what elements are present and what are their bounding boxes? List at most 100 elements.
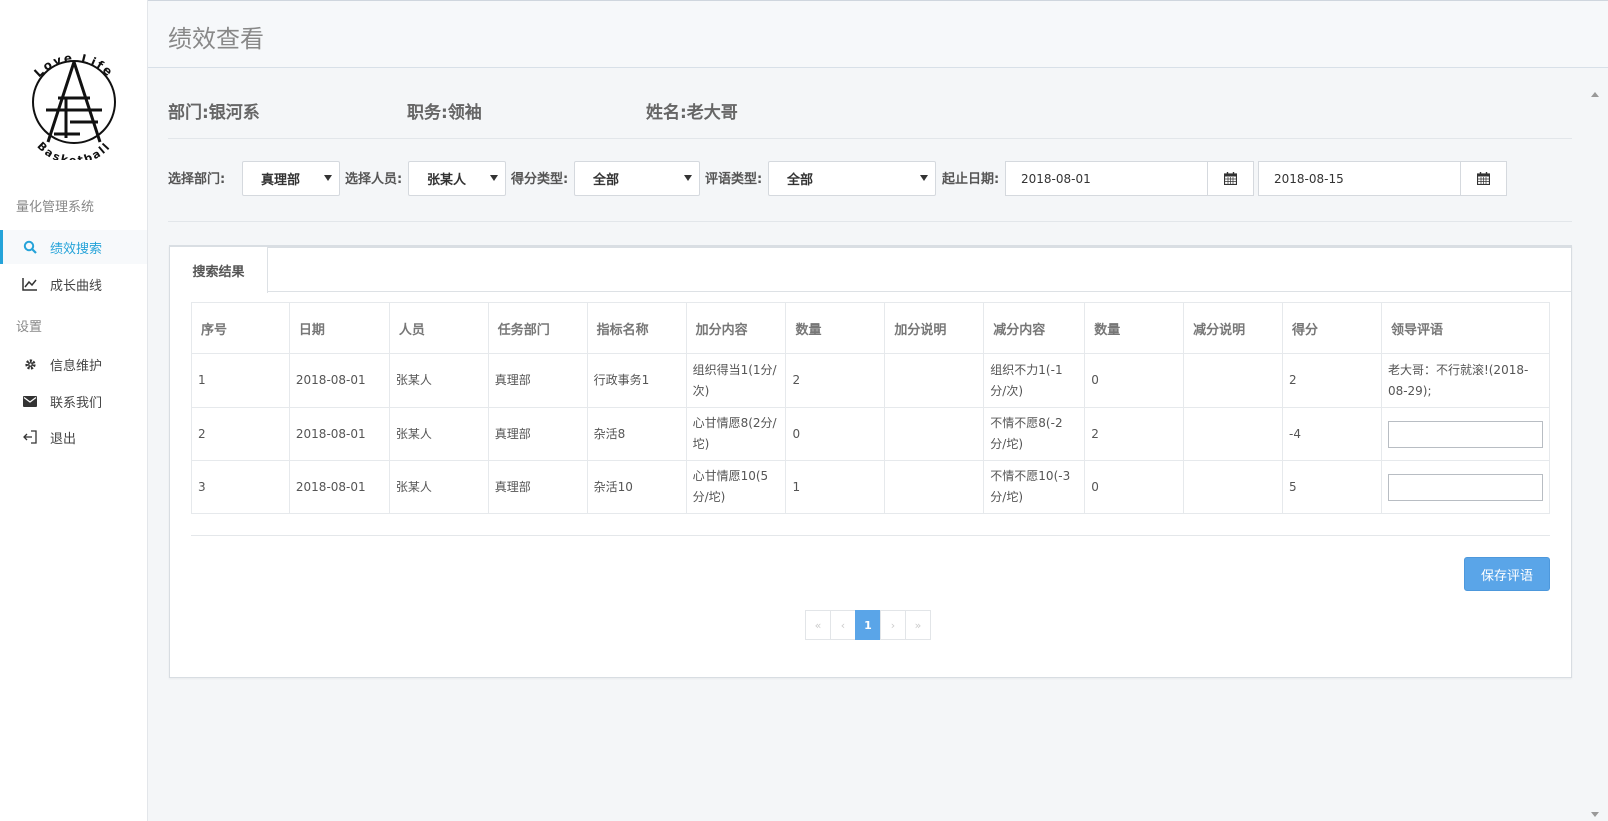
sidebar-item-logout[interactable]: 退出 [0, 420, 147, 454]
save-comments-button[interactable]: 保存评语 [1464, 557, 1550, 591]
sidebar-item-label: 绩效搜索 [50, 241, 103, 257]
nav-section-system: 量化管理系统 [16, 200, 95, 215]
sidebar-item-info-maintenance[interactable]: 信息维护 [0, 347, 147, 381]
table-cell: 0 [1084, 460, 1185, 514]
sign-out-icon [22, 429, 38, 445]
table-cell: 2018-08-01 [288, 353, 390, 408]
table-cell: 不情不愿8(-2分/坨) [983, 407, 1086, 461]
sidebar-item-performance-search[interactable]: 绩效搜索 [0, 230, 147, 264]
sidebar-item-contact-us[interactable]: 联系我们 [0, 384, 147, 418]
table-cell: 0 [785, 407, 886, 461]
chevron-down-icon [920, 175, 928, 181]
leader-comment: 老大哥：不行就滚!(2018-08-29); [1380, 353, 1551, 408]
person-select-value: 张某人 [427, 173, 467, 188]
table-cell: 组织不力1(-1分/次) [983, 353, 1086, 408]
table-cell: 行政事务1 [586, 353, 687, 408]
line-chart-icon [22, 276, 38, 292]
score-type-select-value: 全部 [593, 173, 620, 188]
first-page-button[interactable]: « [805, 610, 831, 640]
table-cell: 2 [1282, 353, 1382, 408]
divider [168, 221, 1572, 222]
column-header: 减分内容 [983, 302, 1086, 354]
position-info: 职务:领袖 [407, 103, 482, 123]
tab-search-results[interactable]: 搜索结果 [170, 247, 268, 293]
divider [168, 138, 1572, 139]
chevron-down-icon [324, 175, 332, 181]
date-range-label: 起止日期: [942, 172, 1000, 187]
table-cell: 1 [191, 353, 290, 408]
table-cell: 张某人 [388, 353, 489, 408]
sidebar-item-label: 成长曲线 [50, 278, 103, 294]
end-date-picker[interactable]: 2018-08-15 [1258, 161, 1507, 196]
page-1-button[interactable]: 1 [855, 610, 881, 640]
column-header: 指标名称 [586, 302, 687, 354]
table-cell: 杂活8 [586, 407, 687, 461]
calendar-icon[interactable] [1207, 162, 1253, 195]
department-filter-label: 选择部门: [168, 172, 226, 187]
column-header: 领导评语 [1380, 302, 1551, 354]
sidebar-item-label: 信息维护 [50, 358, 103, 374]
column-header: 减分说明 [1183, 302, 1284, 354]
department-select[interactable]: 真理部 [242, 161, 340, 196]
score-type-select[interactable]: 全部 [574, 161, 700, 196]
table-row: 1 2018-08-01 张某人 真理部 行政事务1 组织得当1(1分/次) 2… [191, 353, 1551, 408]
table-cell [884, 460, 985, 514]
table-header-row: 序号 日期 人员 任务部门 指标名称 加分内容 数量 加分说明 减分内容 数量 … [191, 302, 1551, 354]
table-cell: 真理部 [487, 460, 588, 514]
envelope-icon [22, 393, 38, 409]
table-cell [1183, 460, 1284, 514]
person-select[interactable]: 张某人 [408, 161, 506, 196]
search-icon [22, 239, 38, 255]
scroll-up-arrow[interactable] [1591, 92, 1599, 97]
table-row: 2 2018-08-01 张某人 真理部 杂活8 心甘情愿8(2分/坨) 0 不… [191, 407, 1551, 461]
column-header: 得分 [1282, 302, 1382, 354]
department-select-value: 真理部 [261, 173, 301, 188]
results-panel: 搜索结果 序号 日期 人员 任务部门 指标名称 加分内容 数量 加分说明 减分内… [169, 245, 1572, 678]
end-date-value[interactable]: 2018-08-15 [1259, 162, 1460, 195]
last-page-button[interactable]: » [905, 610, 931, 640]
column-header: 加分说明 [884, 302, 985, 354]
love-life-basketball-logo: Love Life Basketball [31, 51, 116, 160]
sidebar-item-growth-curve[interactable]: 成长曲线 [0, 267, 147, 301]
page-title: 绩效查看 [168, 25, 264, 53]
sidebar-item-label: 联系我们 [50, 395, 103, 411]
department-info: 部门:银河系 [168, 103, 260, 123]
table-cell: 2 [1084, 407, 1185, 461]
table-cell: 真理部 [487, 407, 588, 461]
start-date-value[interactable]: 2018-08-01 [1006, 162, 1207, 195]
chevron-down-icon [684, 175, 692, 181]
prev-page-button[interactable]: ‹ [830, 610, 856, 640]
nav-section-settings: 设置 [16, 320, 43, 335]
start-date-picker[interactable]: 2018-08-01 [1005, 161, 1254, 196]
next-page-button[interactable]: › [880, 610, 906, 640]
table-cell [1183, 407, 1284, 461]
table-cell: 1 [785, 460, 886, 514]
leader-comment-input[interactable] [1387, 473, 1543, 501]
leader-comment-cell [1380, 460, 1551, 514]
table-cell: 心甘情愿8(2分/坨) [685, 407, 787, 461]
divider [191, 535, 1550, 536]
scroll-down-arrow[interactable] [1591, 812, 1599, 817]
table-cell: 心甘情愿10(5分/坨) [685, 460, 787, 514]
comment-type-select[interactable]: 全部 [768, 161, 936, 196]
table-cell: -4 [1282, 407, 1382, 461]
calendar-icon[interactable] [1460, 162, 1506, 195]
table-cell: 真理部 [487, 353, 588, 408]
comment-type-filter-label: 评语类型: [705, 172, 763, 187]
column-header: 任务部门 [487, 302, 588, 354]
column-header: 数量 [1084, 302, 1185, 354]
table-cell: 0 [1084, 353, 1185, 408]
pagination: « ‹ 1 › » [805, 610, 931, 640]
table-cell: 不情不愿10(-3分/坨) [983, 460, 1086, 514]
table-cell: 2018-08-01 [288, 407, 390, 461]
table-cell: 2 [191, 407, 290, 461]
leader-comment-cell [1380, 407, 1551, 461]
table-cell: 2018-08-01 [288, 460, 390, 514]
leader-comment-input[interactable] [1387, 420, 1543, 448]
column-header: 人员 [388, 302, 489, 354]
column-header: 日期 [288, 302, 390, 354]
column-header: 数量 [785, 302, 886, 354]
table-cell: 2 [785, 353, 886, 408]
gear-icon [22, 356, 38, 372]
tab-bar: 搜索结果 [170, 247, 1571, 293]
